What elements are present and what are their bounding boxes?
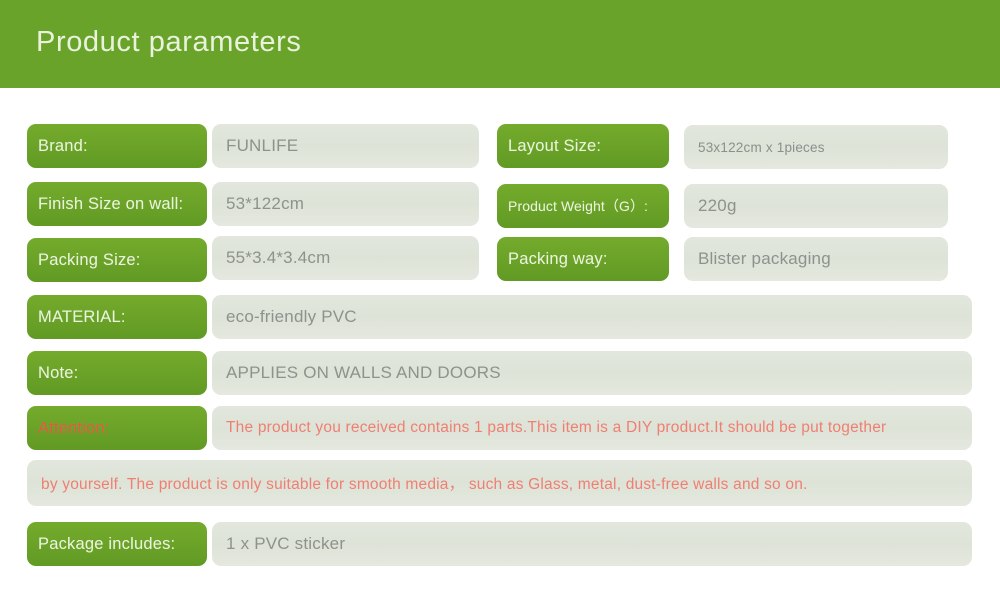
label-attention: Attention: bbox=[27, 406, 207, 450]
page-title: Product parameters bbox=[36, 26, 302, 58]
label-packing-way: Packing way: bbox=[497, 237, 669, 281]
value-product-weight: 220g bbox=[684, 184, 948, 228]
label-product-weight: Product Weight（G）: bbox=[497, 184, 669, 228]
value-attention-line-1: The product you received contains 1 part… bbox=[212, 406, 972, 450]
value-material: eco-friendly PVC bbox=[212, 295, 972, 339]
value-attention-line-2: by yourself. The product is only suitabl… bbox=[27, 460, 972, 506]
label-packing-size: Packing Size: bbox=[27, 238, 207, 282]
label-layout-size: Layout Size: bbox=[497, 124, 669, 168]
header-banner: Product parameters bbox=[0, 0, 1000, 88]
value-packing-way: Blister packaging bbox=[684, 237, 948, 281]
value-brand: FUNLIFE bbox=[212, 124, 479, 168]
label-material: MATERIAL: bbox=[27, 295, 207, 339]
label-finish-size-on-wall: Finish Size on wall: bbox=[27, 182, 207, 226]
value-packing-size: 55*3.4*3.4cm bbox=[212, 236, 479, 280]
value-finish-size-on-wall: 53*122cm bbox=[212, 182, 479, 226]
label-note: Note: bbox=[27, 351, 207, 395]
value-layout-size: 53x122cm x 1pieces bbox=[684, 125, 948, 169]
label-brand: Brand: bbox=[27, 124, 207, 168]
value-package-includes: 1 x PVC sticker bbox=[212, 522, 972, 566]
value-note: APPLIES ON WALLS AND DOORS bbox=[212, 351, 972, 395]
label-package-includes: Package includes: bbox=[27, 522, 207, 566]
